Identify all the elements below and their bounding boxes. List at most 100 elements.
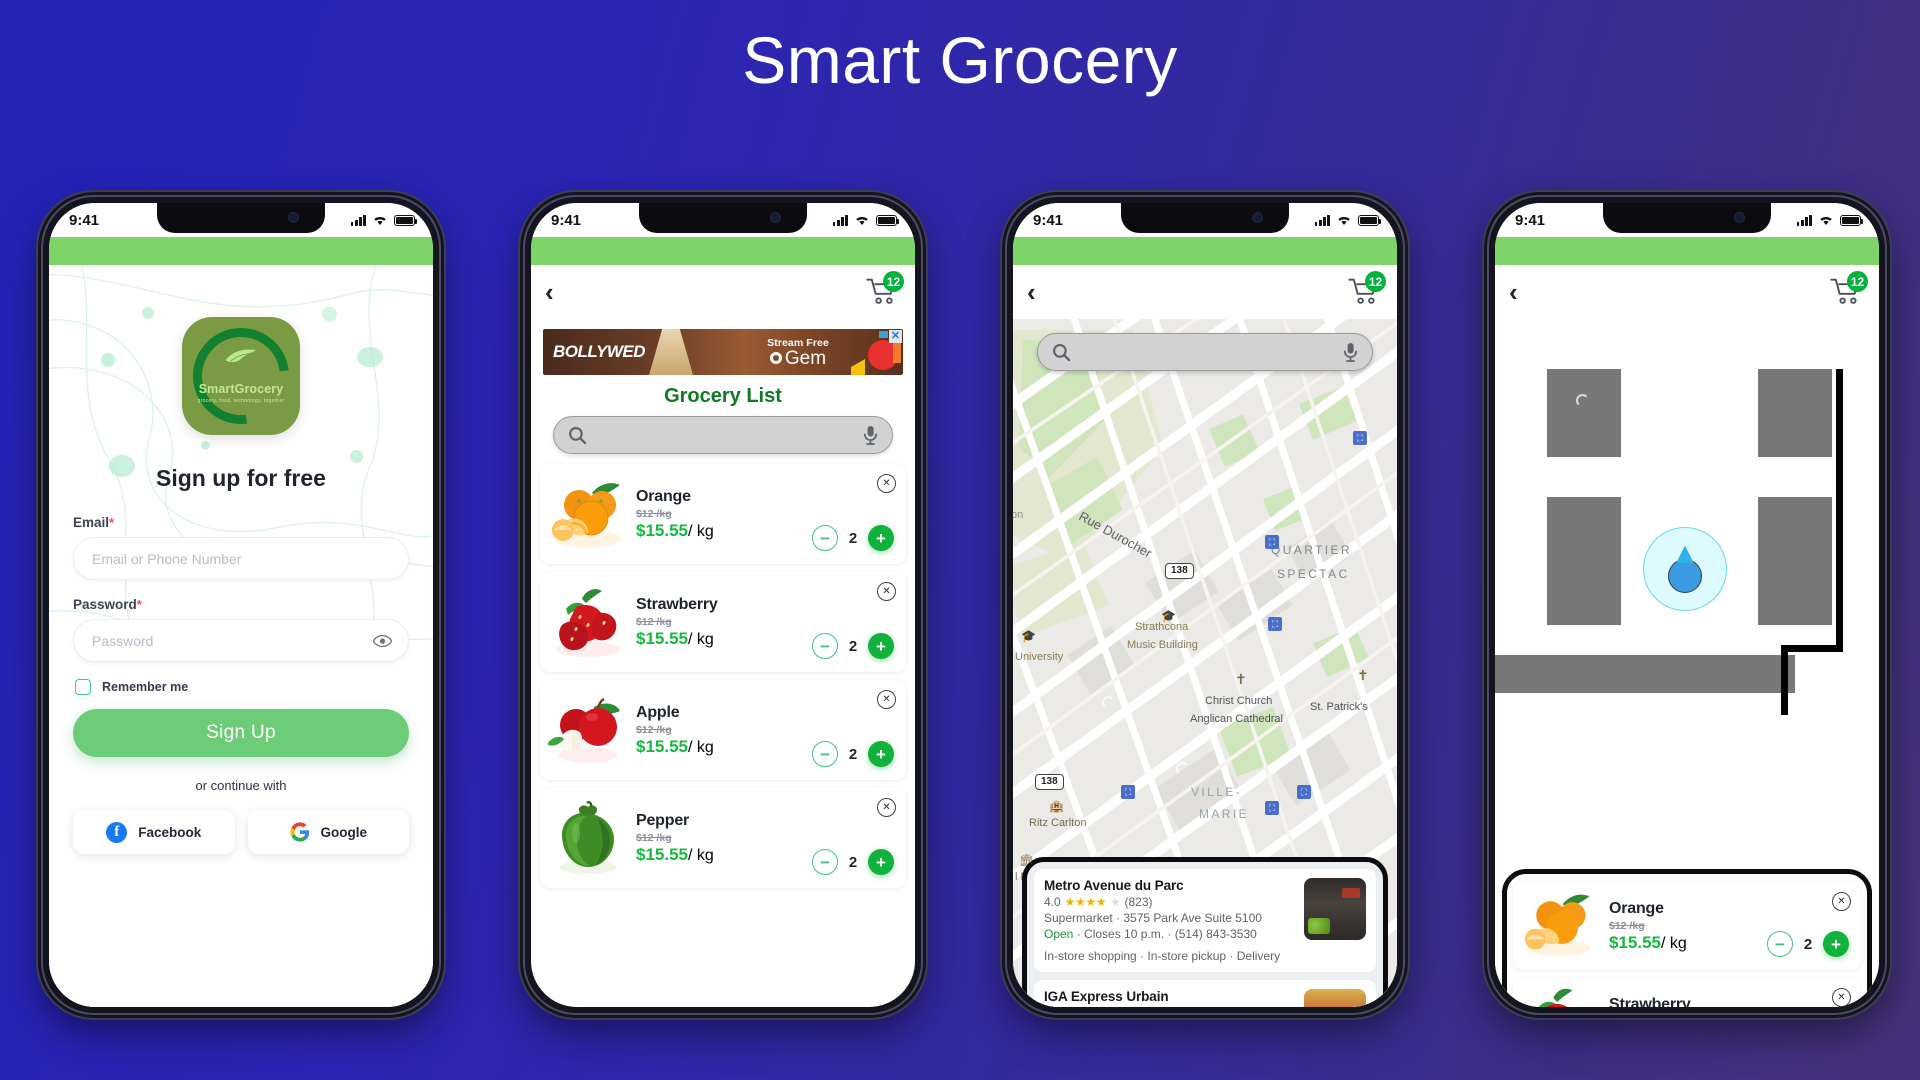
quantity-stepper[interactable]: − 2 + bbox=[812, 525, 894, 551]
item-unit: / kg bbox=[688, 738, 714, 756]
item-quantity: 2 bbox=[1803, 935, 1813, 953]
remove-item-button[interactable]: ✕ bbox=[877, 582, 896, 601]
divider-text: or continue with bbox=[195, 778, 287, 793]
eye-icon[interactable] bbox=[373, 634, 392, 647]
cart-button[interactable]: 12 bbox=[1829, 271, 1868, 308]
increase-quantity-button[interactable]: + bbox=[868, 741, 894, 767]
indoor-map-canvas[interactable]: ▲ ✕ Orange $12 /kg $15.55/ kg − 2 + ✕ St… bbox=[1495, 319, 1879, 1007]
store-phone[interactable]: (514) 843-3530 bbox=[1175, 927, 1257, 941]
map-search-input[interactable] bbox=[1037, 333, 1373, 371]
list-item[interactable]: ✕ bbox=[540, 680, 906, 780]
remove-item-button[interactable]: ✕ bbox=[877, 474, 896, 493]
email-placeholder: Email or Phone Number bbox=[92, 550, 242, 567]
remove-item-button[interactable]: ✕ bbox=[1832, 988, 1851, 1007]
remove-item-button[interactable]: ✕ bbox=[877, 798, 896, 817]
signal-bars-icon bbox=[1314, 214, 1330, 226]
decrease-quantity-button[interactable]: − bbox=[812, 849, 838, 875]
map-pin-icon[interactable] bbox=[1099, 693, 1121, 715]
app-bar: ‹ 12 bbox=[531, 265, 915, 319]
apple-image bbox=[546, 691, 630, 769]
item-price: $15.55 bbox=[636, 736, 688, 756]
store-photo[interactable] bbox=[1304, 878, 1366, 940]
university-icon: 🎓 bbox=[1161, 609, 1176, 623]
poi-label: University bbox=[1015, 651, 1064, 663]
sign-up-button[interactable]: Sign Up bbox=[73, 709, 409, 757]
increase-quantity-button[interactable]: + bbox=[868, 849, 894, 875]
quantity-stepper[interactable]: − 2 + bbox=[812, 849, 894, 875]
remember-me-row[interactable]: Remember me bbox=[75, 679, 409, 695]
quantity-stepper[interactable]: − 2 + bbox=[1767, 931, 1849, 957]
item-name: Strawberry bbox=[1609, 995, 1691, 1008]
microphone-icon[interactable] bbox=[863, 425, 878, 445]
google-icon bbox=[289, 822, 309, 842]
ad-banner[interactable]: BOLLYWED Stream Free Gem ✕ bbox=[543, 329, 903, 375]
battery-icon bbox=[876, 214, 900, 226]
microphone-icon[interactable] bbox=[1343, 342, 1358, 362]
list-item[interactable]: ✕ Pepper $12 /kg $15.55/ kg − 2 + bbox=[540, 788, 906, 888]
cart-button[interactable]: 12 bbox=[865, 271, 904, 308]
store-card[interactable]: IGA Express Urbain 3.7 ★★★★★ (235) Super… bbox=[1034, 980, 1376, 1007]
cart-badge: 12 bbox=[883, 271, 904, 292]
back-button[interactable]: ‹ bbox=[1509, 279, 1518, 305]
decrease-quantity-button[interactable]: − bbox=[1767, 931, 1793, 957]
list-item[interactable]: ✕ bbox=[1513, 978, 1861, 1007]
church-icon: ✝ bbox=[1357, 667, 1369, 683]
search-icon bbox=[569, 426, 587, 444]
item-price: $15.55 bbox=[636, 628, 688, 648]
region-label: QUARTIER bbox=[1271, 543, 1352, 557]
quantity-stepper[interactable]: − 2 + bbox=[812, 633, 894, 659]
google-login-button[interactable]: Google bbox=[247, 810, 409, 854]
store-results-sheet[interactable]: Metro Avenue du Parc 4.0 ★★★★ ★ (823) Sup… bbox=[1022, 857, 1388, 1007]
increase-quantity-button[interactable]: + bbox=[868, 525, 894, 551]
map-pin-icon[interactable] bbox=[1573, 391, 1595, 413]
transit-icon: ⛶ bbox=[1353, 431, 1367, 445]
remember-me-checkbox[interactable] bbox=[75, 679, 91, 695]
increase-quantity-button[interactable]: + bbox=[1823, 931, 1849, 957]
list-item[interactable]: ✕ bbox=[540, 464, 906, 564]
store-photo[interactable] bbox=[1304, 989, 1366, 1007]
decrease-quantity-button[interactable]: − bbox=[812, 741, 838, 767]
grocery-items-list: ✕ Orange $12 /kg $15.55/ kg − 2 + ✕ Stra… bbox=[531, 464, 915, 888]
increase-quantity-button[interactable]: + bbox=[868, 633, 894, 659]
search-input[interactable] bbox=[553, 416, 893, 454]
map-canvas[interactable]: 138 138 Rue Durocher QUARTIER SPECTAC on… bbox=[1013, 319, 1397, 1007]
google-label: Google bbox=[320, 824, 368, 840]
ad-close-icon[interactable]: ✕ bbox=[889, 330, 902, 343]
list-item[interactable]: ✕ bbox=[1513, 882, 1861, 970]
facebook-login-button[interactable]: f Facebook bbox=[73, 810, 235, 854]
phone-mockups-row: 9:41 SmartGrocery grocery, food, technol… bbox=[0, 192, 1920, 1032]
wifi-icon bbox=[1338, 217, 1350, 225]
back-button[interactable]: ‹ bbox=[545, 279, 554, 305]
required-mark: * bbox=[109, 515, 115, 530]
map-pin-icon[interactable] bbox=[1265, 597, 1287, 619]
poi-label: St. Patrick's bbox=[1310, 701, 1368, 713]
transit-icon: ⛶ bbox=[1297, 785, 1311, 799]
item-name: Orange bbox=[1609, 899, 1664, 917]
password-field[interactable]: Password bbox=[73, 619, 409, 662]
item-unit: / kg bbox=[688, 846, 714, 864]
ad-service: Gem bbox=[769, 349, 826, 368]
store-card[interactable]: Metro Avenue du Parc 4.0 ★★★★ ★ (823) Sup… bbox=[1034, 869, 1376, 973]
remove-item-button[interactable]: ✕ bbox=[877, 690, 896, 709]
item-quantity: 2 bbox=[848, 745, 858, 763]
signal-bars-icon bbox=[350, 214, 366, 226]
decrease-quantity-button[interactable]: − bbox=[812, 525, 838, 551]
item-name: Orange bbox=[636, 487, 691, 505]
decrease-quantity-button[interactable]: − bbox=[812, 633, 838, 659]
selected-items-sheet[interactable]: ✕ Orange $12 /kg $15.55/ kg − 2 + ✕ Stra… bbox=[1502, 869, 1872, 1007]
status-time: 9:41 bbox=[1515, 211, 1546, 229]
map-pin-icon[interactable] bbox=[1173, 759, 1195, 781]
back-button[interactable]: ‹ bbox=[1027, 279, 1036, 305]
list-item[interactable]: ✕ bbox=[540, 572, 906, 672]
decor-blob bbox=[357, 347, 383, 367]
store-name: IGA Express Urbain bbox=[1044, 989, 1169, 1005]
password-placeholder: Password bbox=[92, 632, 154, 649]
quantity-stepper[interactable]: − 2 + bbox=[812, 741, 894, 767]
email-field[interactable]: Email or Phone Number bbox=[73, 537, 409, 580]
remove-item-button[interactable]: ✕ bbox=[1832, 892, 1851, 911]
screen-store-map: 9:41 ‹ 12 138 138 Rue Durocher QUARTIER … bbox=[1013, 203, 1397, 1007]
signup-form: Email* Email or Phone Number Password* P… bbox=[73, 515, 409, 854]
cart-button[interactable]: 12 bbox=[1347, 271, 1386, 308]
cbc-logo-icon bbox=[769, 352, 782, 364]
search-icon bbox=[1053, 343, 1071, 361]
